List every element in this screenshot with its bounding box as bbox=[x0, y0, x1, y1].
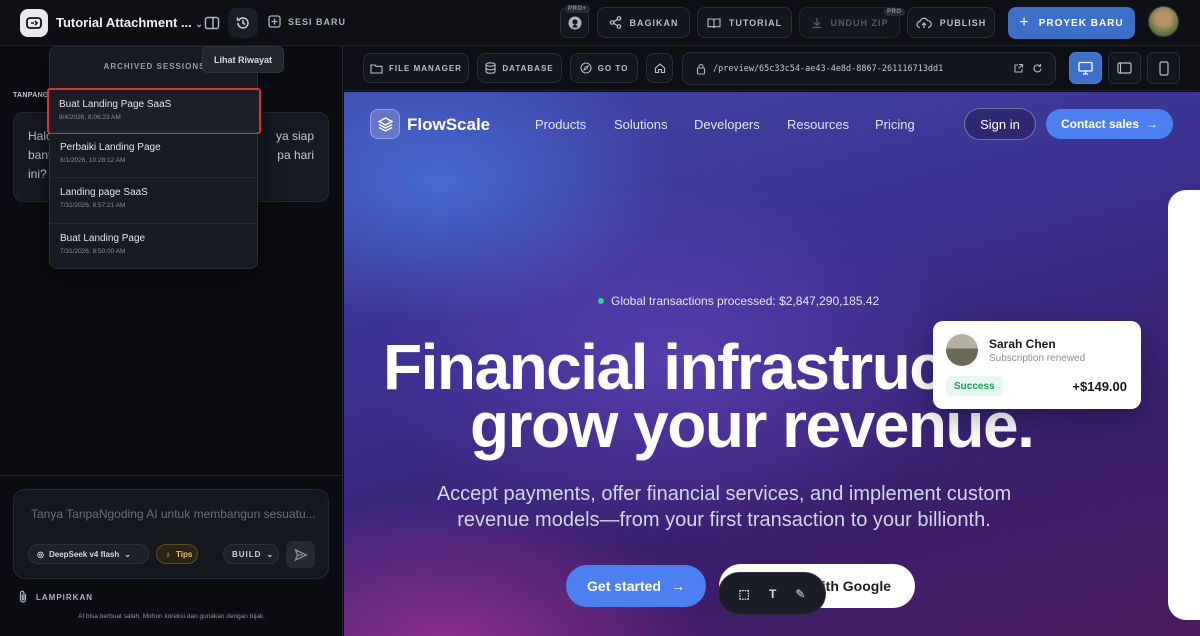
chat-composer[interactable]: Tanya TanpaNgoding AI untuk membangun se… bbox=[13, 489, 329, 579]
new-project-button[interactable]: + PROYEK BARU bbox=[1008, 7, 1135, 39]
nav-developers[interactable]: Developers bbox=[694, 117, 760, 132]
lock-icon bbox=[696, 63, 706, 75]
website-preview: FlowScale Products Solutions Developers … bbox=[344, 92, 1200, 636]
side-card bbox=[1168, 190, 1200, 620]
status-dot bbox=[598, 298, 604, 304]
text-tool-icon[interactable]: T bbox=[769, 587, 776, 601]
contact-sales-button[interactable]: Contact sales → bbox=[1046, 109, 1173, 139]
database-button[interactable]: DATABASE bbox=[477, 53, 562, 83]
paperclip-icon bbox=[19, 590, 27, 603]
send-icon bbox=[293, 548, 308, 561]
avatar bbox=[946, 334, 978, 366]
tutorial-button[interactable]: TUTORIAL bbox=[697, 7, 792, 38]
top-bar: Tutorial Attachment ... ⌄ SESI BARU PRO+… bbox=[0, 0, 1200, 46]
session-item[interactable]: Landing page SaaS 7/31/2026, 8:57:21 AM bbox=[50, 177, 257, 223]
select-frame-icon[interactable]: ⬚ bbox=[739, 587, 750, 601]
app-logo-icon[interactable] bbox=[20, 9, 48, 37]
edit-pen-icon[interactable]: ✎ bbox=[795, 587, 805, 601]
preview-toolbar: FILE MANAGER DATABASE GO TO /preview/65c… bbox=[344, 46, 1200, 91]
layers-logo-icon[interactable] bbox=[370, 109, 400, 139]
url-bar[interactable]: /preview/65c33c54-ae43-4e8d-8867-2611167… bbox=[682, 52, 1056, 85]
get-started-button[interactable]: Get started → bbox=[566, 565, 706, 607]
session-item[interactable]: Buat Landing Page 7/31/2026, 8:50:00 AM bbox=[50, 223, 257, 269]
github-icon bbox=[568, 16, 581, 29]
divider bbox=[0, 475, 343, 476]
customer-name: Sarah Chen bbox=[989, 337, 1056, 351]
folder-icon bbox=[370, 63, 383, 74]
composer-input[interactable]: Tanya TanpaNgoding AI untuk membangun se… bbox=[31, 507, 316, 521]
book-icon bbox=[707, 17, 721, 28]
history-icon[interactable] bbox=[228, 8, 258, 38]
history-tooltip: Lihat Riwayat bbox=[202, 46, 284, 73]
download-icon bbox=[812, 17, 821, 28]
share-button[interactable]: BAGIKAN bbox=[597, 7, 690, 38]
goto-button[interactable]: GO TO bbox=[570, 53, 638, 83]
tablet-view-button[interactable] bbox=[1108, 52, 1141, 84]
nav-solutions[interactable]: Solutions bbox=[614, 117, 667, 132]
notification-status: Subscription renewed bbox=[989, 353, 1086, 364]
phone-icon bbox=[1158, 60, 1169, 76]
arrow-right-icon: → bbox=[670, 578, 685, 594]
nav-resources[interactable]: Resources bbox=[787, 117, 849, 132]
mobile-view-button[interactable] bbox=[1147, 52, 1180, 84]
attach-button[interactable]: LAMPIRKAN bbox=[18, 590, 93, 604]
plus-square-icon bbox=[268, 15, 281, 28]
session-item[interactable]: Buat Landing Page SaaS 8/4/2026, 8:06:23… bbox=[47, 88, 261, 134]
transactions-ticker: Global transactions processed: $2,847,29… bbox=[598, 294, 879, 308]
session-item[interactable]: Perbaiki Landing Page 8/1/2026, 10:28:12… bbox=[50, 132, 257, 178]
sender-label: TANPANG bbox=[13, 92, 49, 99]
floating-edit-toolbar: ⬚ T ✎ bbox=[718, 572, 826, 615]
user-avatar[interactable] bbox=[1148, 6, 1179, 37]
nav-pricing[interactable]: Pricing bbox=[875, 117, 915, 132]
publish-button[interactable]: PUBLISH bbox=[907, 7, 995, 38]
new-session-button[interactable]: SESI BARU bbox=[268, 15, 346, 28]
home-icon bbox=[654, 63, 665, 74]
tips-button[interactable]: ♁ Tips bbox=[156, 544, 198, 564]
file-manager-button[interactable]: FILE MANAGER bbox=[363, 53, 469, 83]
notification-card: Sarah Chen Subscription renewed Success … bbox=[933, 321, 1141, 409]
send-button[interactable] bbox=[286, 541, 315, 568]
disclaimer: AI bisa berbuat salah. Mohon koreksi dan… bbox=[78, 613, 265, 620]
plus-icon: + bbox=[1019, 14, 1030, 31]
chevron-down-icon: ⌄ bbox=[266, 549, 275, 559]
arrow-right-icon: → bbox=[1146, 117, 1159, 131]
pro-badge: PRO bbox=[884, 8, 905, 16]
model-selector[interactable]: ◎ DeepSeek v4 flash ⌄ bbox=[28, 544, 149, 564]
refresh-icon[interactable] bbox=[1032, 63, 1043, 74]
brand-name[interactable]: FlowScale bbox=[407, 115, 490, 135]
external-link-icon[interactable] bbox=[1013, 63, 1024, 74]
monitor-icon bbox=[1078, 61, 1093, 75]
chevron-down-icon: ⌄ bbox=[195, 19, 203, 29]
compass-icon bbox=[580, 62, 592, 74]
model-icon: ◎ bbox=[37, 549, 44, 559]
sign-in-button[interactable]: Sign in bbox=[964, 108, 1036, 140]
project-title[interactable]: Tutorial Attachment ... ⌄ bbox=[56, 15, 203, 30]
lightbulb-icon: ♁ bbox=[165, 549, 171, 559]
mode-selector[interactable]: BUILD ⌄ bbox=[223, 544, 279, 564]
database-icon bbox=[485, 62, 496, 74]
status-badge: Success bbox=[946, 376, 1003, 396]
chevron-down-icon: ⌄ bbox=[124, 549, 131, 559]
nav-products[interactable]: Products bbox=[535, 117, 586, 132]
amount: +$149.00 bbox=[1072, 379, 1127, 394]
desktop-view-button[interactable] bbox=[1069, 52, 1102, 84]
cloud-upload-icon bbox=[916, 17, 932, 28]
archived-sessions-dropdown: ARCHIVED SESSIONS Buat Landing Page SaaS… bbox=[47, 46, 261, 269]
hero-subtitle: Accept payments, offer financial service… bbox=[436, 483, 1012, 531]
home-button[interactable] bbox=[646, 53, 673, 83]
sidebar-toggle-icon[interactable] bbox=[203, 14, 221, 32]
tablet-icon bbox=[1117, 62, 1132, 74]
url-text[interactable]: /preview/65c33c54-ae43-4e8d-8867-2611167… bbox=[713, 64, 943, 74]
pro-plus-badge: PRO+ bbox=[565, 5, 590, 13]
share-icon bbox=[609, 16, 621, 29]
